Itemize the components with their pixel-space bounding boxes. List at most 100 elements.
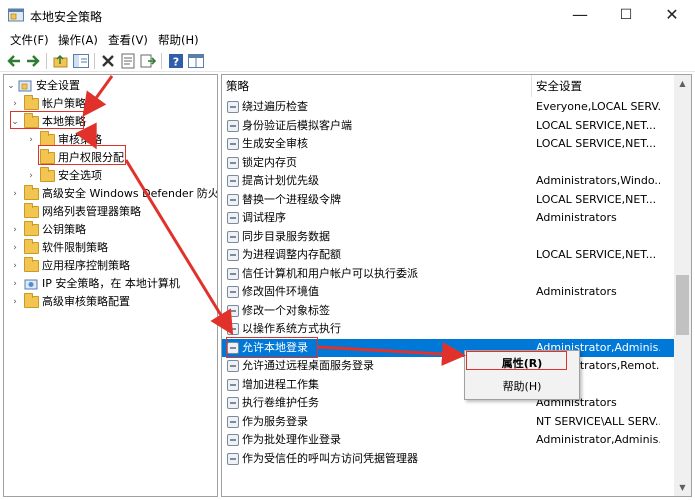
policy-name: 生成安全审核 bbox=[242, 137, 308, 150]
tree-item-network-list-manager[interactable]: 网络列表管理器策略 bbox=[4, 203, 217, 221]
policy-name: 提高计划优先级 bbox=[242, 174, 319, 187]
expanded-chevron-icon[interactable]: ⌄ bbox=[6, 77, 16, 95]
policy-icon bbox=[227, 175, 239, 187]
policy-row[interactable]: 为进程调整内存配额 LOCAL SERVICE,NET... bbox=[222, 246, 675, 265]
up-folder-icon[interactable] bbox=[52, 52, 70, 70]
collapsed-chevron-icon[interactable]: › bbox=[10, 293, 20, 311]
show-hide-tree-icon[interactable] bbox=[72, 52, 90, 70]
policy-setting: LOCAL SERVICE,NET... bbox=[536, 137, 657, 150]
collapsed-chevron-icon[interactable]: › bbox=[10, 239, 20, 257]
policy-icon bbox=[227, 304, 239, 317]
folder-icon bbox=[24, 185, 39, 200]
policy-row[interactable]: 绕过遍历检查 Everyone,LOCAL SERV... bbox=[222, 98, 675, 117]
folder-icon bbox=[24, 257, 39, 272]
policy-row[interactable]: 作为服务登录 NT SERVICE\ALL SERV... bbox=[222, 413, 675, 432]
policy-name: 增加进程工作集 bbox=[242, 377, 319, 391]
collapsed-chevron-icon[interactable]: › bbox=[26, 131, 36, 149]
delete-icon[interactable] bbox=[99, 52, 117, 70]
help-icon[interactable]: ? bbox=[167, 52, 185, 70]
folder-icon bbox=[24, 95, 39, 110]
policy-row[interactable]: 提高计划优先级 Administrators,Windo... bbox=[222, 172, 675, 191]
vertical-scrollbar[interactable]: ▲ ▼ bbox=[674, 75, 691, 496]
policy-icon bbox=[227, 434, 239, 446]
folder-icon bbox=[24, 293, 39, 308]
policy-name: 身份验证后模拟客户端 bbox=[242, 118, 352, 132]
collapsed-chevron-icon[interactable]: › bbox=[10, 257, 20, 275]
collapsed-chevron-icon[interactable]: › bbox=[10, 275, 20, 293]
context-menu-help[interactable]: 帮助(H) bbox=[465, 377, 579, 397]
forward-icon[interactable] bbox=[24, 52, 42, 70]
policy-row[interactable]: 作为批处理作业登录 Administrator,Adminis... bbox=[222, 431, 675, 450]
scrollbar-thumb[interactable] bbox=[676, 275, 689, 335]
properties-icon[interactable] bbox=[119, 52, 137, 70]
policy-icon bbox=[227, 138, 239, 150]
policy-icon bbox=[227, 101, 239, 113]
tree-item-advanced-audit[interactable]: › 高级审核策略配置 bbox=[4, 293, 217, 311]
policy-icon bbox=[227, 415, 239, 428]
export-list-icon[interactable] bbox=[139, 52, 157, 70]
menu-file[interactable]: 文件(F) bbox=[10, 32, 49, 48]
policy-name: 作为受信任的呼叫方访问凭据管理器 bbox=[242, 451, 418, 465]
collapsed-chevron-icon[interactable]: › bbox=[10, 185, 20, 203]
tree-label: 软件限制策略 bbox=[42, 241, 108, 254]
policy-row[interactable]: 身份验证后模拟客户端 LOCAL SERVICE,NET... bbox=[222, 117, 675, 136]
view-pane-icon[interactable] bbox=[187, 52, 205, 70]
menu-view[interactable]: 查看(V) bbox=[108, 32, 148, 48]
policy-row[interactable]: 替换一个进程级令牌 LOCAL SERVICE,NET... bbox=[222, 191, 675, 210]
tree-item-software-restriction[interactable]: › 软件限制策略 bbox=[4, 239, 217, 257]
policy-row[interactable]: 修改一个对象标签 bbox=[222, 302, 675, 321]
policy-row[interactable]: 修改固件环境值 Administrators bbox=[222, 283, 675, 302]
collapsed-chevron-icon[interactable]: › bbox=[26, 167, 36, 185]
sort-caret-icon: ^ bbox=[370, 74, 378, 82]
scroll-down-icon[interactable]: ▼ bbox=[674, 479, 691, 496]
policy-row[interactable]: 生成安全审核 LOCAL SERVICE,NET... bbox=[222, 135, 675, 154]
tree-item-app-control[interactable]: › 应用程序控制策略 bbox=[4, 257, 217, 275]
tree-item-ip-security[interactable]: › IP 安全策略，在 本地计算机 bbox=[4, 275, 217, 293]
security-settings-icon bbox=[18, 80, 32, 92]
menu-action[interactable]: 操作(A) bbox=[58, 32, 98, 48]
folder-icon bbox=[24, 239, 39, 254]
policy-row[interactable]: 以操作系统方式执行 bbox=[222, 320, 675, 339]
policy-row[interactable]: 同步目录服务数据 bbox=[222, 228, 675, 247]
policy-setting: LOCAL SERVICE,NET... bbox=[536, 192, 657, 206]
tree-item-public-key-policies[interactable]: › 公钥策略 bbox=[4, 221, 217, 239]
tree-label: IP 安全策略，在 本地计算机 bbox=[42, 277, 180, 290]
back-icon[interactable] bbox=[5, 52, 23, 70]
policy-name: 锁定内存页 bbox=[242, 155, 297, 169]
policy-row[interactable]: 执行卷维护任务 Administrators bbox=[222, 394, 675, 413]
maximize-button[interactable]: ☐ bbox=[603, 0, 649, 30]
tree-item-defender-firewall[interactable]: › 高级安全 Windows Defender 防火墙 bbox=[4, 185, 217, 203]
tree-label: 安全设置 bbox=[36, 79, 80, 92]
navigation-tree: ⌄ 安全设置 › 帐户策略 ⌄ 本地策略 › 审核策略 用户权限分配 › 安全选… bbox=[3, 74, 218, 497]
close-button[interactable]: ✕ bbox=[649, 0, 695, 30]
policy-name: 允许通过远程桌面服务登录 bbox=[242, 359, 374, 372]
policy-name: 为进程调整内存配额 bbox=[242, 248, 341, 261]
policy-name: 调试程序 bbox=[242, 211, 286, 224]
collapsed-chevron-icon[interactable]: › bbox=[10, 221, 20, 239]
policy-row[interactable]: 信任计算机和用户帐户可以执行委派 bbox=[222, 265, 675, 284]
tree-item-security-settings[interactable]: ⌄ 安全设置 bbox=[4, 77, 217, 95]
policy-icon bbox=[227, 452, 239, 465]
policy-list: 策略 安全设置 ^ 绕过遍历检查 Everyone,LOCAL SERV... 身份… bbox=[221, 74, 692, 497]
minimize-button[interactable]: — bbox=[557, 0, 603, 30]
column-header-setting[interactable]: 安全设置 bbox=[532, 75, 675, 97]
policy-setting: LOCAL SERVICE,NET... bbox=[536, 118, 657, 132]
policy-name: 信任计算机和用户帐户可以执行委派 bbox=[242, 266, 418, 280]
policy-row[interactable]: 调试程序 Administrators bbox=[222, 209, 675, 228]
policy-name: 修改固件环境值 bbox=[242, 285, 319, 298]
policy-row[interactable]: 作为受信任的呼叫方访问凭据管理器 bbox=[222, 450, 675, 469]
policy-row[interactable]: 允许通过远程桌面服务登录 Administrators,Remot... bbox=[222, 357, 675, 376]
policy-name: 同步目录服务数据 bbox=[242, 229, 330, 243]
tree-item-security-options[interactable]: › 安全选项 bbox=[4, 167, 217, 185]
svg-text:?: ? bbox=[173, 56, 179, 69]
folder-icon bbox=[40, 167, 55, 182]
annotation-box-allow-local-logon bbox=[226, 337, 318, 358]
menu-help[interactable]: 帮助(H) bbox=[158, 32, 199, 48]
scroll-up-icon[interactable]: ▲ bbox=[674, 75, 691, 92]
policy-icon bbox=[227, 397, 239, 409]
tree-label: 安全选项 bbox=[58, 169, 102, 182]
policy-name: 作为服务登录 bbox=[242, 414, 308, 428]
policy-row[interactable]: 增加进程工作集 bbox=[222, 376, 675, 395]
policy-row[interactable]: 锁定内存页 bbox=[222, 154, 675, 173]
annotation-box-local-policies bbox=[10, 111, 84, 129]
